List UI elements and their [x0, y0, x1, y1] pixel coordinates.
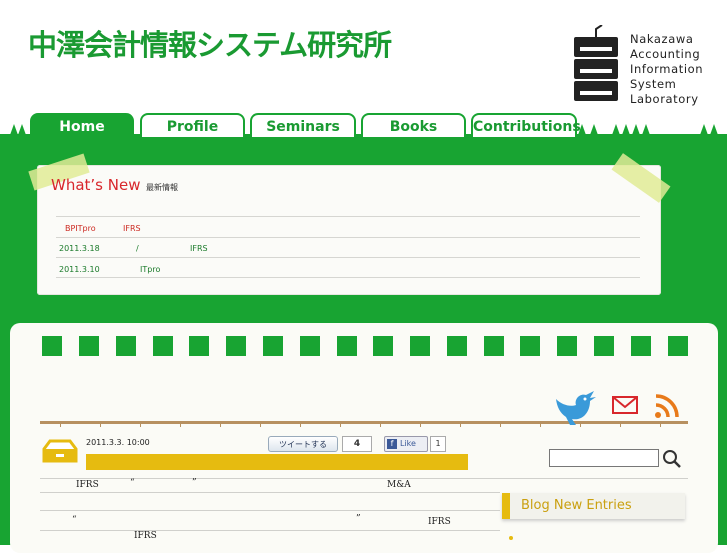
news-title: What’s New — [51, 176, 141, 194]
binder-hole — [447, 336, 467, 356]
ruler-tick — [140, 424, 141, 427]
blog-entries-title: Blog New Entries — [521, 498, 632, 513]
news-item-link[interactable]: IFRS — [190, 244, 208, 253]
ruler-tick — [180, 424, 181, 427]
ruler-tick — [540, 424, 541, 427]
ruler-tick — [580, 424, 581, 427]
tab-profile[interactable]: Profile — [140, 113, 245, 137]
post-text: IFRS — [428, 517, 451, 527]
ruler-tick — [620, 424, 621, 427]
binder-hole — [594, 336, 614, 356]
binder-hole — [520, 336, 540, 356]
binder-hole — [189, 336, 209, 356]
binder-hole — [373, 336, 393, 356]
post-text: IFRS — [134, 531, 157, 541]
facebook-icon: f — [387, 438, 397, 449]
news-item-date: 2011.3.10 — [59, 265, 100, 274]
ruler-tick — [220, 424, 221, 427]
blog-accent-bar — [502, 493, 510, 519]
tab-books[interactable]: Books — [361, 113, 466, 137]
divider — [40, 492, 500, 493]
divider — [56, 216, 640, 217]
ruler-tick — [60, 424, 61, 427]
logo-line: System — [630, 77, 677, 91]
grass-decoration — [710, 124, 718, 135]
news-item-link[interactable]: ITpro — [140, 265, 160, 274]
grass-decoration — [632, 124, 640, 135]
ruler-tick — [460, 424, 461, 427]
binder-hole — [263, 336, 283, 356]
divider — [56, 237, 640, 238]
post-title-bar[interactable] — [86, 454, 468, 470]
binder-hole — [410, 336, 430, 356]
binder-hole — [484, 336, 504, 356]
post-text: IFRS — [76, 480, 99, 490]
grass-decoration — [700, 124, 708, 135]
grass-decoration — [612, 124, 620, 135]
like-label: Like — [400, 439, 416, 448]
post-text: ” — [192, 478, 197, 488]
news-item-link[interactable]: / — [136, 244, 139, 253]
tab-contributions[interactable]: Contributions — [471, 113, 581, 137]
divider — [56, 277, 640, 278]
grass-decoration — [622, 124, 630, 135]
post-date: 2011.3.3. 10:00 — [86, 438, 150, 447]
ruler-tick — [340, 424, 341, 427]
binder-hole — [226, 336, 246, 356]
divider — [40, 530, 500, 531]
logo-text: Nakazawa Accounting Information System L… — [630, 32, 703, 107]
post-text: M&A — [387, 480, 411, 490]
binder-hole — [631, 336, 651, 356]
divider — [40, 510, 500, 511]
grass-decoration — [642, 124, 650, 135]
news-subtitle: 最新情報 — [146, 183, 178, 192]
post-text: “ — [72, 515, 77, 525]
binder-hole — [668, 336, 688, 356]
ruler-tick — [260, 424, 261, 427]
ruler-tick — [380, 424, 381, 427]
logo-line: Accounting — [630, 47, 701, 61]
tab-home[interactable]: Home — [30, 113, 134, 137]
ruler-tick — [300, 424, 301, 427]
ruler-tick — [660, 424, 661, 427]
logo-line: Nakazawa — [630, 32, 694, 46]
binder-hole — [153, 336, 173, 356]
twitter-icon[interactable] — [552, 389, 598, 427]
mail-icon[interactable] — [612, 396, 638, 414]
divider — [56, 257, 640, 258]
list-bullet — [509, 536, 513, 540]
search-icon[interactable] — [662, 449, 682, 469]
news-item-link[interactable]: IFRS — [123, 224, 141, 233]
tweet-count: 4 — [342, 436, 372, 452]
binder-hole — [557, 336, 577, 356]
post-text: “ — [130, 478, 135, 488]
tab-seminars[interactable]: Seminars — [250, 113, 356, 137]
binder-hole — [116, 336, 136, 356]
logo-drawers-icon — [574, 25, 618, 101]
divider — [40, 478, 688, 479]
like-count: 1 — [430, 436, 446, 452]
site-title[interactable]: 中澤会計情報システム研究所 — [28, 22, 392, 64]
ruler-tick — [500, 424, 501, 427]
ruler-tick — [100, 424, 101, 427]
logo-line: Laboratory — [630, 92, 699, 106]
rss-icon[interactable] — [654, 393, 680, 419]
search-input[interactable] — [549, 449, 659, 467]
grass-decoration — [18, 124, 26, 135]
post-icon — [42, 439, 78, 463]
news-item-link[interactable]: BPITpro — [65, 224, 96, 233]
binder-hole — [337, 336, 357, 356]
grass-decoration — [590, 124, 598, 135]
facebook-like-button[interactable]: f Like — [384, 436, 428, 452]
tweet-button[interactable]: ツイートする — [268, 436, 338, 452]
binder-hole — [300, 336, 320, 356]
ruler-tick — [420, 424, 421, 427]
grass-decoration — [10, 124, 18, 135]
logo-line: Information — [630, 62, 704, 76]
binder-hole — [42, 336, 62, 356]
post-text: ” — [356, 514, 361, 524]
binder-hole — [79, 336, 99, 356]
news-item-date: 2011.3.18 — [59, 244, 100, 253]
